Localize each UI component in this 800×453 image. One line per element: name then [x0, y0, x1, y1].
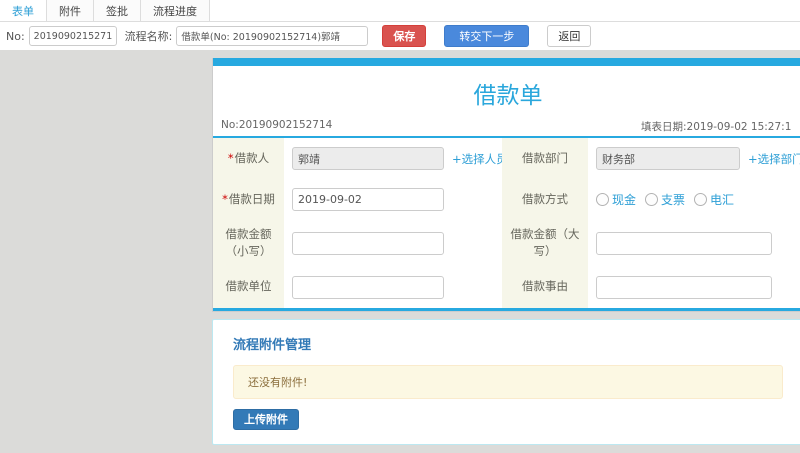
borrower-cell: +选择人员: [284, 138, 508, 179]
form-panel: 借款单 No:20190902152714 填表日期:2019-09-02 15…: [212, 58, 800, 312]
panel-top-bar: [213, 58, 800, 66]
no-attachments-alert: 还没有附件!: [233, 364, 783, 399]
process-name-input[interactable]: [176, 26, 369, 46]
next-step-button[interactable]: 转交下一步: [444, 25, 530, 47]
radio-icon: [645, 193, 659, 206]
page-background: 借款单 No:20190902152714 填表日期:2019-09-02 15…: [0, 50, 800, 453]
required-mark: *: [222, 191, 228, 206]
toolbar: No: 流程名称: 保存 转交下一步 返回: [0, 22, 800, 51]
radio-icon: [694, 193, 708, 206]
tab-progress[interactable]: 流程进度: [141, 0, 210, 21]
select-person-link[interactable]: +选择人员: [452, 151, 508, 167]
select-department-link[interactable]: +选择部门: [748, 151, 800, 167]
form-no-text: No:20190902152714: [221, 119, 333, 131]
amount-small-input[interactable]: [292, 231, 444, 255]
unit-cell: [284, 266, 502, 308]
radio-cash-label: 现金: [612, 193, 637, 207]
page-title: 借款单: [473, 83, 543, 109]
borrower-label: *借款人: [213, 138, 284, 179]
amount-small-label: 借款金额（小写）: [213, 220, 284, 267]
process-name-label: 流程名称:: [124, 30, 173, 43]
radio-check[interactable]: 支票: [645, 191, 685, 208]
amount-big-label: 借款金额（大写）: [502, 220, 588, 267]
no-label: No:: [6, 29, 25, 43]
borrow-date-cell: [284, 179, 502, 220]
department-label: 借款部门: [502, 138, 588, 179]
attachments-panel: 流程附件管理 还没有附件! 上传附件: [212, 318, 800, 445]
upload-attachment-button[interactable]: 上传附件: [233, 408, 299, 430]
reason-input[interactable]: [596, 275, 772, 299]
save-button[interactable]: 保存: [382, 25, 427, 47]
department-input[interactable]: [596, 147, 740, 170]
unit-input[interactable]: [292, 275, 444, 299]
unit-label: 借款单位: [213, 266, 284, 308]
amount-small-cell: [284, 220, 502, 267]
form-meta: No:20190902152714 填表日期:2019-09-02 15:27:…: [213, 118, 800, 138]
borrow-date-label: *借款日期: [213, 179, 284, 220]
app-window: 表单 附件 签批 流程进度 No: 流程名称: 保存 转交下一步 返回 借款单 …: [0, 0, 800, 453]
back-button[interactable]: 返回: [547, 25, 592, 47]
no-input[interactable]: [28, 26, 117, 46]
tab-approval[interactable]: 签批: [94, 0, 141, 21]
method-cell: 现金 支票 电汇: [588, 179, 800, 220]
borrow-date-input[interactable]: [292, 188, 444, 211]
tab-approval-label: 签批: [106, 4, 128, 18]
tab-attachments-label: 附件: [59, 4, 81, 18]
amount-big-cell: [588, 220, 800, 267]
reason-cell: [588, 266, 800, 308]
radio-cash[interactable]: 现金: [596, 191, 636, 208]
tab-attachments[interactable]: 附件: [47, 0, 94, 21]
tab-bar: 表单 附件 签批 流程进度: [0, 0, 800, 22]
borrower-input[interactable]: [292, 147, 444, 170]
form-table: *借款人 +选择人员 借款部门 +选择部门 *借款日期 借: [213, 138, 800, 311]
tab-progress-label: 流程进度: [153, 4, 197, 18]
radio-wire[interactable]: 电汇: [694, 191, 734, 208]
tab-form-label: 表单: [12, 4, 34, 18]
attachments-heading: 流程附件管理: [233, 337, 312, 353]
reason-label: 借款事由: [502, 266, 588, 308]
radio-wire-label: 电汇: [710, 193, 735, 207]
form-date-text: 填表日期:2019-09-02 15:27:1: [641, 121, 792, 133]
required-mark: *: [227, 150, 234, 165]
department-cell: +选择部门: [588, 138, 800, 179]
amount-big-input[interactable]: [596, 231, 772, 255]
tab-form[interactable]: 表单: [0, 0, 47, 21]
method-label: 借款方式: [502, 179, 588, 220]
radio-icon: [596, 193, 609, 206]
radio-check-label: 支票: [661, 193, 686, 207]
